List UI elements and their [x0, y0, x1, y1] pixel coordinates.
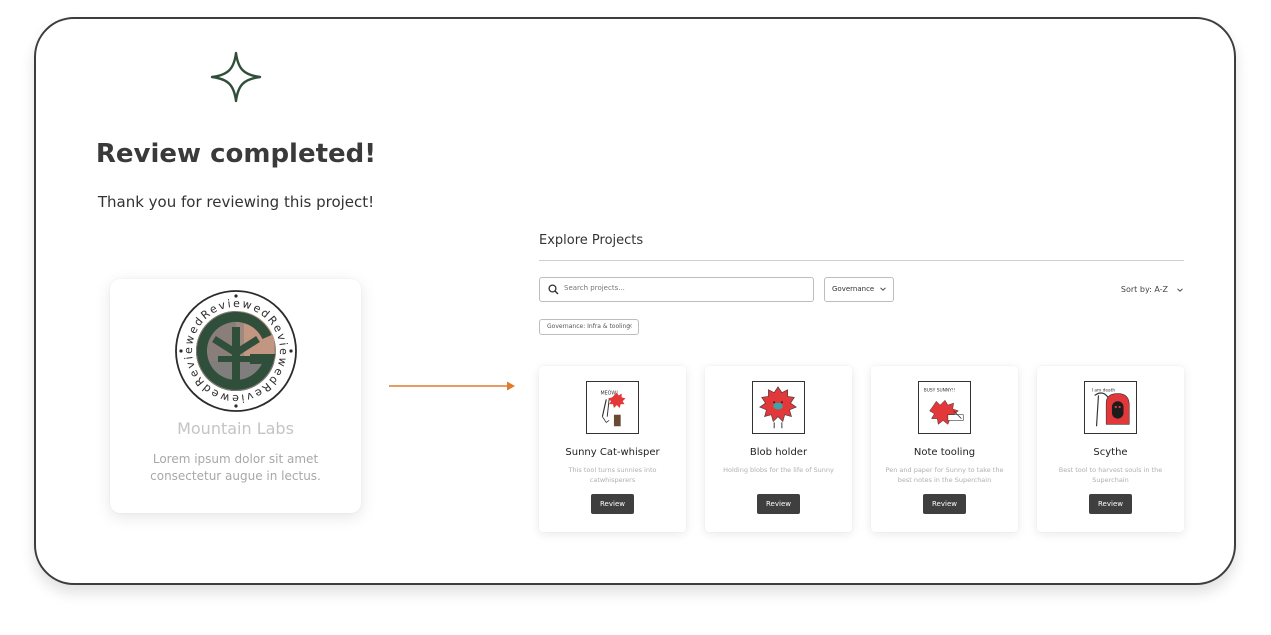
project-description: Best tool to harvest souls in the Superc… [1058, 466, 1163, 484]
project-name: Scythe [1093, 447, 1128, 458]
sort-label: Sort by: A-Z [1120, 285, 1168, 294]
project-thumbnail: BUSY SUNNY!! [918, 381, 971, 434]
project-description: Holding blobs for the life of Sunny [723, 466, 834, 474]
project-description: This tool turns sunnies into catwhispere… [568, 466, 657, 484]
chevron-down-icon [1177, 288, 1183, 292]
page-subtitle: Thank you for reviewing this project! [97, 193, 375, 211]
project-card[interactable]: I am death Scythe Best tool to harvest s… [1037, 366, 1184, 532]
review-button[interactable]: Review [591, 494, 634, 514]
page-title: Review completed! [95, 139, 377, 169]
project-description: Pen and paper for Sunny to take the best… [885, 466, 1004, 484]
thumb-text: I am death [1092, 388, 1116, 394]
project-thumbnail [752, 381, 805, 434]
chevron-down-icon [880, 287, 886, 291]
reviewed-project-description: Lorem ipsum dolor sit amet consectetur a… [150, 452, 321, 483]
review-button[interactable]: Review [1089, 494, 1132, 514]
category-filter-dropdown[interactable]: Governance [824, 277, 894, 302]
project-name: Blob holder [749, 447, 808, 458]
divider [539, 260, 1184, 261]
search-input[interactable]: Search projects... [539, 277, 814, 302]
thumb-text: BUSY SUNNY!! [924, 388, 956, 394]
reviewed-badge-icon: Reviewed Reviewed Reviewed Reviewed [175, 290, 297, 412]
reviewed-project-card: Reviewed Reviewed Reviewed Reviewed Moun… [110, 279, 361, 513]
project-thumbnail: MEOW! [586, 381, 639, 434]
arrow-right-icon [389, 381, 515, 391]
sort-dropdown[interactable]: Sort by: A-Z [1110, 284, 1186, 296]
review-button[interactable]: Review [757, 494, 800, 514]
active-filter-label: Governance: Infra & tooling [547, 323, 631, 330]
category-filter-value: Governance [832, 285, 875, 293]
sparkle-icon [210, 51, 262, 103]
search-placeholder: Search projects... [564, 284, 625, 292]
reviewed-project-name: Mountain Labs [177, 419, 294, 438]
project-card[interactable]: MEOW! Sunny Cat-whisper This tool turns … [539, 366, 686, 532]
active-filter-chip[interactable]: Governance: Infra & tooling × [539, 319, 639, 335]
review-button[interactable]: Review [923, 494, 966, 514]
explore-projects-heading: Explore Projects [539, 233, 644, 248]
project-name: Sunny Cat-whisper [565, 447, 660, 458]
project-card[interactable]: BUSY SUNNY!! Note tooling Pen and paper … [871, 366, 1018, 532]
project-thumbnail: I am death [1084, 381, 1137, 434]
close-icon[interactable]: × [627, 322, 633, 330]
project-name: Note tooling [913, 447, 976, 458]
search-icon [548, 284, 559, 295]
project-card[interactable]: Blob holder Holding blobs for the life o… [705, 366, 852, 532]
